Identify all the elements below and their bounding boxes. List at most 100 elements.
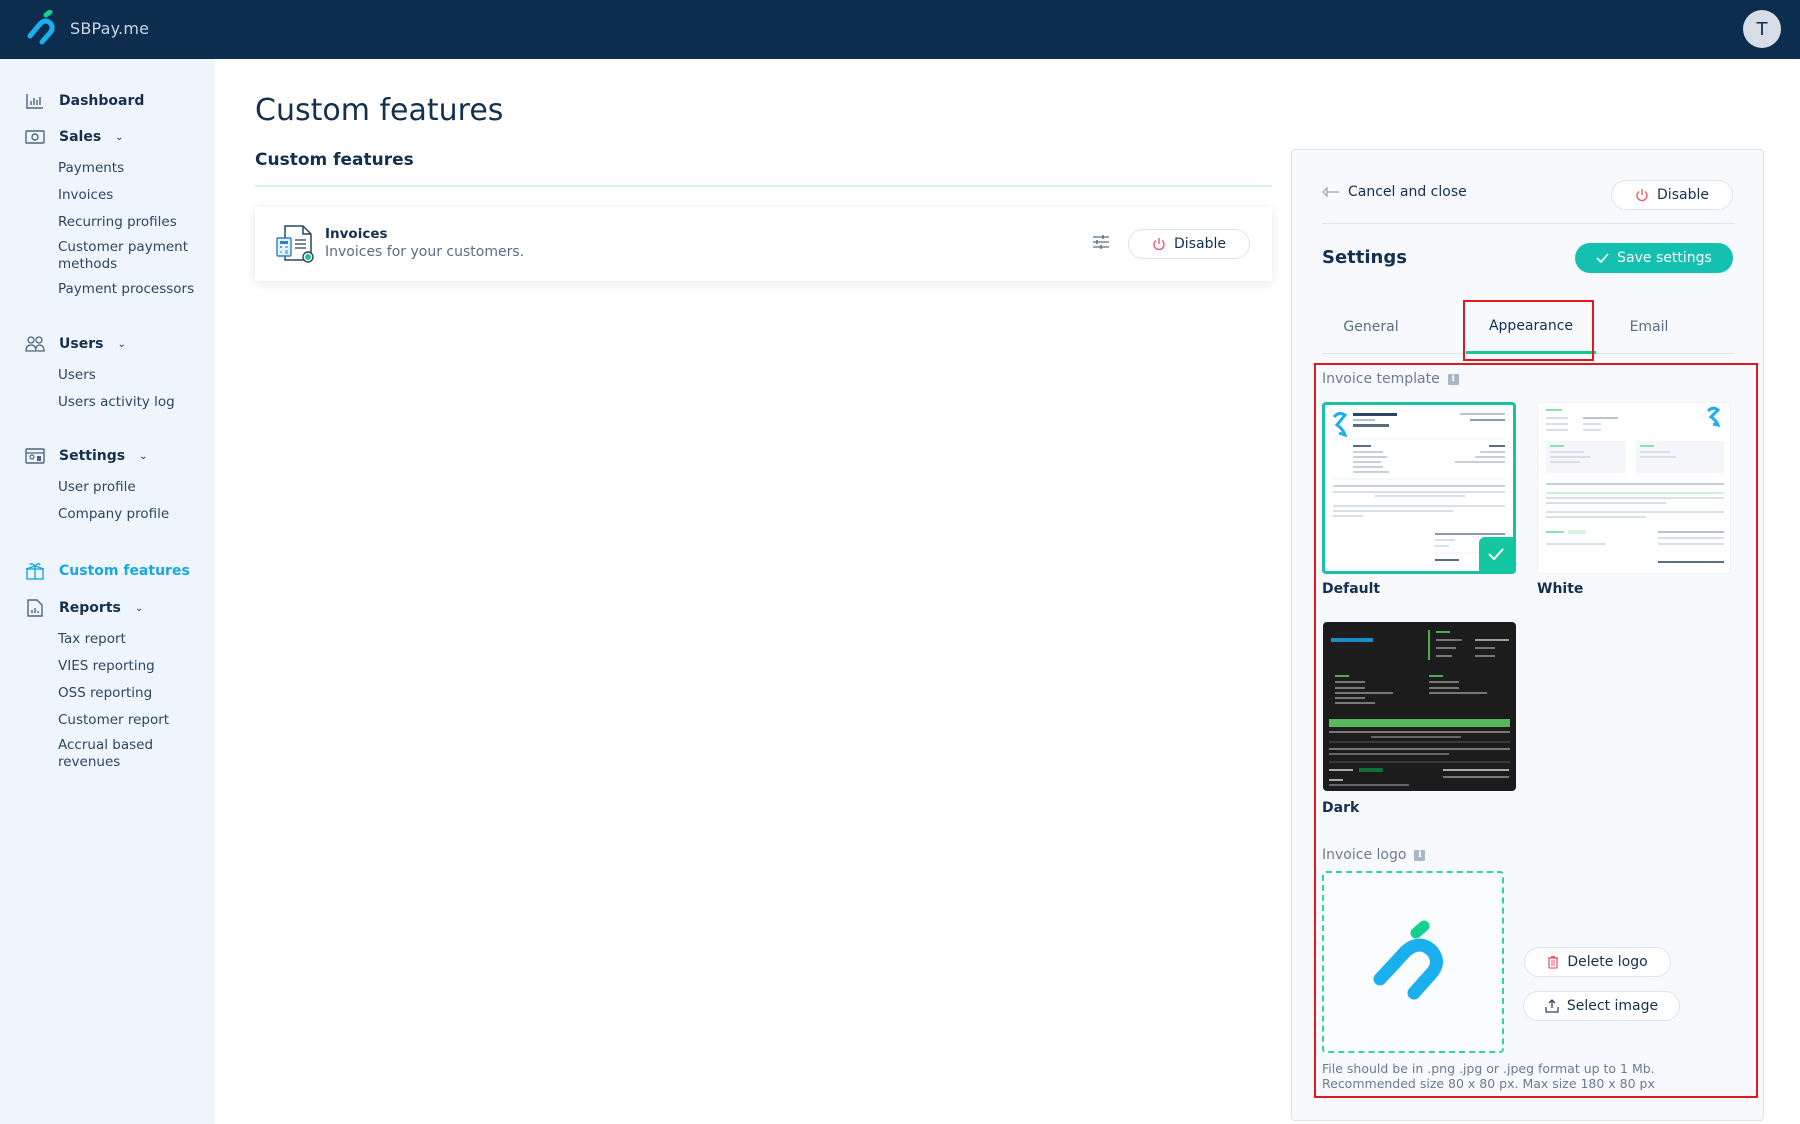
template-default[interactable] <box>1322 402 1516 574</box>
feature-name: Invoices <box>325 226 388 242</box>
arrow-left-icon <box>1322 187 1339 197</box>
section-title: Custom features <box>255 150 414 170</box>
sidebar-item-label: Sales <box>59 129 102 145</box>
chevron-down-icon[interactable]: ⌄ <box>135 603 143 614</box>
template-name-default: Default <box>1322 581 1381 597</box>
disable-button[interactable]: Disable <box>1611 180 1733 210</box>
user-avatar[interactable]: T <box>1743 10 1781 48</box>
sidebar-item-oss-reporting[interactable]: OSS reporting <box>0 685 215 702</box>
money-icon <box>25 127 45 147</box>
select-image-button[interactable]: Select image <box>1523 991 1680 1021</box>
tab-email[interactable]: Email <box>1604 300 1694 354</box>
sidebar-item-users-activity-log[interactable]: Users activity log <box>0 394 215 411</box>
users-icon <box>25 334 45 354</box>
chevron-down-icon[interactable]: ⌄ <box>115 132 123 143</box>
sidebar-item-sales[interactable]: Sales ⌄ <box>0 125 215 149</box>
tab-general[interactable]: General <box>1322 300 1420 354</box>
report-file-icon <box>25 598 45 618</box>
template-dark[interactable] <box>1323 622 1516 791</box>
sidebar-item-customer-payment-methods[interactable]: Customer payment methods <box>58 239 208 273</box>
feature-description: Invoices for your customers. <box>325 244 525 260</box>
trash-icon <box>1548 956 1559 969</box>
sidebar-item-payment-processors[interactable]: Payment processors <box>0 281 215 298</box>
template-white[interactable] <box>1537 402 1731 574</box>
panel-divider <box>1322 223 1735 224</box>
delete-logo-label: Delete logo <box>1567 954 1648 970</box>
sidebar-item-user-profile[interactable]: User profile <box>0 479 215 496</box>
sidebar-item-label: Reports <box>59 600 121 616</box>
sidebar: Dashboard Sales ⌄ Payments Invoices Recu… <box>0 59 215 1124</box>
cancel-label: Cancel and close <box>1348 184 1467 200</box>
nav-group-sales: Sales ⌄ Payments Invoices Recurring prof… <box>0 125 215 298</box>
settings-sliders-icon[interactable] <box>1092 234 1110 254</box>
invoice-template-label: Invoice template i <box>1322 371 1459 387</box>
selected-check-badge <box>1479 537 1513 571</box>
sidebar-item-label: Settings <box>59 448 126 464</box>
sidebar-item-customer-report[interactable]: Customer report <box>0 712 215 729</box>
feature-card-invoices: Invoices Invoices for your customers. Di… <box>255 207 1272 281</box>
sidebar-item-users[interactable]: Users ⌄ <box>0 332 215 356</box>
gift-box-icon <box>25 561 45 581</box>
white-template-preview <box>1546 406 1724 563</box>
nav-group-reports: Reports ⌄ Tax report VIES reporting OSS … <box>0 596 215 771</box>
sidebar-item-reports[interactable]: Reports ⌄ <box>0 596 215 620</box>
select-image-label: Select image <box>1566 998 1659 1014</box>
settings-tabs: General Appearance Email <box>1322 300 1735 354</box>
sidebar-item-label: Custom features <box>59 563 190 579</box>
top-bar: SBPay.me T <box>0 0 1800 59</box>
invoice-calculator-icon <box>275 224 317 268</box>
sidebar-item-invoices[interactable]: Invoices <box>0 187 215 204</box>
settings-title: Settings <box>1322 247 1407 268</box>
invoice-logo-label-text: Invoice logo <box>1322 847 1407 863</box>
sidebar-item-label: Users <box>59 336 104 352</box>
file-hint-line-1: File should be in .png .jpg or .jpeg for… <box>1322 1061 1655 1076</box>
disable-label: Disable <box>1174 236 1226 252</box>
power-icon <box>1636 189 1648 202</box>
sidebar-item-custom-features[interactable]: Custom features <box>0 559 215 583</box>
chevron-down-icon[interactable]: ⌄ <box>117 339 125 350</box>
sidebar-item-settings[interactable]: Settings ⌄ <box>0 444 215 468</box>
save-settings-button[interactable]: Save settings <box>1575 243 1733 273</box>
file-requirements-hint: File should be in .png .jpg or .jpeg for… <box>1322 1061 1655 1091</box>
settings-panel: Cancel and close Disable Settings Save s… <box>1291 149 1764 1121</box>
template-name-dark: Dark <box>1322 800 1360 816</box>
sidebar-item-vies-reporting[interactable]: VIES reporting <box>0 658 215 675</box>
sidebar-item-payments[interactable]: Payments <box>0 160 215 177</box>
nav-group-dashboard: Dashboard <box>0 89 215 113</box>
check-icon <box>1596 253 1609 263</box>
file-hint-line-2: Recommended size 80 x 80 px. Max size 18… <box>1322 1076 1655 1091</box>
invoice-logo-label: Invoice logo i <box>1322 847 1426 863</box>
disable-feature-button[interactable]: Disable <box>1128 229 1250 259</box>
sidebar-item-accrual-based-revenues[interactable]: Accrual based revenues <box>58 737 208 771</box>
delete-logo-button[interactable]: Delete logo <box>1524 947 1671 977</box>
sidebar-item-users-list[interactable]: Users <box>0 367 215 384</box>
page-title: Custom features <box>255 93 504 128</box>
brand-name: SBPay.me <box>70 18 150 38</box>
sidebar-item-dashboard[interactable]: Dashboard <box>0 89 215 113</box>
nav-group-users: Users ⌄ Users Users activity log <box>0 332 215 411</box>
sbpay-logo-icon <box>27 10 55 45</box>
dark-template-preview <box>1329 630 1510 786</box>
logo-dropzone[interactable] <box>1322 871 1504 1053</box>
sidebar-item-tax-report[interactable]: Tax report <box>0 631 215 648</box>
chevron-down-icon[interactable]: ⌄ <box>139 451 147 462</box>
brand-logo[interactable]: SBPay.me <box>24 10 149 46</box>
nav-group-settings: Settings ⌄ User profile Company profile <box>0 444 215 523</box>
uploaded-logo-image <box>1373 920 1443 1000</box>
info-icon[interactable]: i <box>1414 849 1426 861</box>
power-icon <box>1153 238 1165 251</box>
sidebar-item-company-profile[interactable]: Company profile <box>0 506 215 523</box>
id-card-icon <box>25 446 45 466</box>
main-content: Custom features Custom features Invoices… <box>215 59 1290 1124</box>
check-icon <box>1488 548 1504 560</box>
bar-chart-icon <box>25 91 45 111</box>
save-label: Save settings <box>1617 250 1712 266</box>
upload-icon <box>1545 999 1559 1013</box>
invoice-template-label-text: Invoice template <box>1322 371 1440 387</box>
sidebar-item-recurring-profiles[interactable]: Recurring profiles <box>0 214 215 231</box>
cancel-and-close-link[interactable]: Cancel and close <box>1322 184 1467 200</box>
info-icon[interactable]: i <box>1447 373 1459 385</box>
section-divider <box>255 185 1272 187</box>
tab-appearance[interactable]: Appearance <box>1466 300 1596 354</box>
nav-group-custom-features: Custom features <box>0 559 215 583</box>
